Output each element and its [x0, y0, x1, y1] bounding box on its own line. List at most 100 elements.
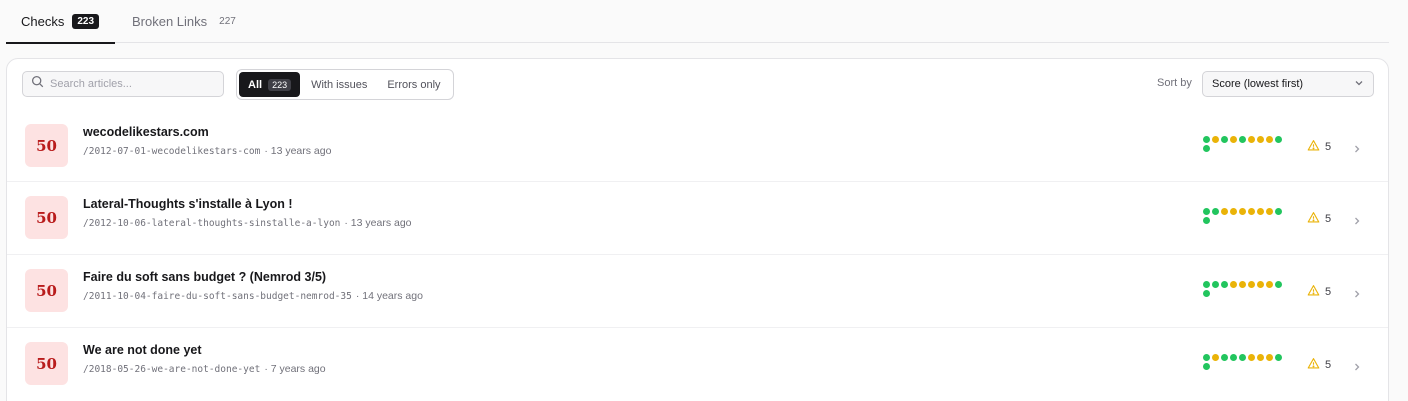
tab-broken-links-label: Broken Links	[132, 14, 208, 29]
article-age: · 7 years ago	[264, 363, 326, 375]
check-pass-dot	[1203, 354, 1210, 361]
article-title: Faire du soft sans budget ? (Nemrod 3/5)	[83, 270, 327, 284]
tab-checks-label: Checks	[21, 13, 65, 29]
toolbar: All 223 With issues Errors only Sort by …	[7, 59, 1388, 109]
article-meta: /2018-05-26-we-are-not-done-yet · 7 years…	[83, 363, 326, 375]
warning-count-value: 5	[1325, 141, 1332, 153]
check-warn-dot	[1212, 136, 1219, 143]
warning-count: 5	[1307, 357, 1331, 373]
warning-count-value: 5	[1325, 213, 1332, 225]
warning-count: 5	[1307, 284, 1331, 300]
article-meta: /2011-10-04-faire-du-soft-sans-budget-ne…	[83, 290, 423, 302]
score-badge: 50	[25, 196, 68, 239]
check-warn-dot	[1266, 136, 1273, 143]
check-pass-dot	[1203, 208, 1210, 215]
article-slug: /2011-10-04-faire-du-soft-sans-budget-ne…	[83, 291, 352, 302]
article-age: · 13 years ago	[344, 217, 412, 229]
filter-with-issues[interactable]: With issues	[302, 72, 376, 97]
article-slug: /2012-10-06-lateral-thoughts-sinstalle-a…	[83, 218, 341, 229]
check-pass-dot	[1212, 208, 1219, 215]
check-pass-dot	[1212, 281, 1219, 288]
warning-icon	[1307, 284, 1320, 300]
articles-panel: All 223 With issues Errors only Sort by …	[6, 58, 1389, 401]
warning-count-value: 5	[1325, 286, 1332, 298]
tab-checks[interactable]: Checks 223	[6, 0, 115, 44]
check-pass-dot	[1230, 354, 1237, 361]
tab-broken-links[interactable]: Broken Links 227	[132, 0, 236, 43]
check-status-dots	[1203, 281, 1287, 297]
check-status-dots	[1203, 354, 1287, 370]
check-pass-dot	[1275, 354, 1282, 361]
check-warn-dot	[1221, 208, 1228, 215]
check-pass-dot	[1221, 136, 1228, 143]
filter-errors-only-label: Errors only	[387, 78, 441, 91]
chevron-right-icon[interactable]	[1352, 213, 1362, 225]
warning-count-value: 5	[1325, 359, 1332, 371]
check-warn-dot	[1248, 354, 1255, 361]
check-warn-dot	[1248, 208, 1255, 215]
chevron-down-icon	[1354, 78, 1364, 91]
check-warn-dot	[1266, 208, 1273, 215]
check-pass-dot	[1203, 290, 1210, 297]
check-warn-dot	[1266, 281, 1273, 288]
check-warn-dot	[1239, 281, 1246, 288]
chevron-right-icon[interactable]	[1352, 359, 1362, 371]
check-pass-dot	[1203, 363, 1210, 370]
article-row[interactable]: 50 Faire du soft sans budget ? (Nemrod 3/…	[7, 254, 1388, 327]
tab-checks-count: 223	[72, 13, 100, 29]
search-box[interactable]	[22, 71, 224, 97]
filter-all-label: All	[248, 78, 263, 91]
check-pass-dot	[1203, 217, 1210, 224]
article-title: Lateral-Thoughts s'installe à Lyon !	[83, 197, 293, 211]
article-title: We are not done yet	[83, 343, 202, 357]
tab-broken-links-count: 227	[219, 16, 236, 27]
check-status-dots	[1203, 136, 1287, 152]
check-warn-dot	[1239, 208, 1246, 215]
check-warn-dot	[1230, 281, 1237, 288]
chevron-right-icon[interactable]	[1352, 286, 1362, 298]
article-slug: /2018-05-26-we-are-not-done-yet	[83, 364, 261, 375]
article-title: wecodelikestars.com	[83, 125, 209, 139]
article-slug: /2012-07-01-wecodelikestars-com	[83, 146, 261, 157]
check-warn-dot	[1248, 136, 1255, 143]
article-meta: /2012-10-06-lateral-thoughts-sinstalle-a…	[83, 217, 412, 229]
filter-errors-only[interactable]: Errors only	[378, 72, 449, 97]
sort-select[interactable]: Score (lowest first)	[1202, 71, 1374, 97]
search-input[interactable]	[50, 78, 220, 90]
check-pass-dot	[1275, 281, 1282, 288]
warning-count: 5	[1307, 211, 1331, 227]
warning-icon	[1307, 211, 1320, 227]
score-badge: 50	[25, 124, 68, 167]
check-pass-dot	[1203, 145, 1210, 152]
check-status-dots	[1203, 208, 1287, 224]
sort-label: Sort by	[1157, 77, 1192, 89]
check-warn-dot	[1257, 208, 1264, 215]
article-row[interactable]: 50 Lateral-Thoughts s'installe à Lyon ! /2…	[7, 181, 1388, 254]
filter-all[interactable]: All 223	[239, 72, 301, 97]
check-pass-dot	[1275, 136, 1282, 143]
check-pass-dot	[1275, 208, 1282, 215]
filter-group: All 223 With issues Errors only	[236, 69, 454, 100]
warning-count: 5	[1307, 139, 1331, 155]
check-warn-dot	[1257, 136, 1264, 143]
filter-with-issues-label: With issues	[311, 78, 368, 91]
check-warn-dot	[1257, 281, 1264, 288]
article-meta: /2012-07-01-wecodelikestars-com · 13 year…	[83, 145, 331, 157]
chevron-right-icon[interactable]	[1352, 141, 1362, 153]
check-warn-dot	[1230, 208, 1237, 215]
check-pass-dot	[1203, 281, 1210, 288]
warning-icon	[1307, 139, 1320, 155]
filter-all-count: 223	[268, 78, 292, 91]
check-pass-dot	[1221, 354, 1228, 361]
article-row[interactable]: 50 We are not done yet/2018-05-26-we-are-…	[7, 327, 1388, 400]
warning-icon	[1307, 357, 1320, 373]
check-pass-dot	[1239, 354, 1246, 361]
search-icon	[31, 75, 44, 93]
article-row[interactable]: 50 wecodelikestars.com/2012-07-01-wecodel…	[7, 109, 1388, 182]
check-warn-dot	[1266, 354, 1273, 361]
article-age: · 14 years ago	[355, 290, 423, 302]
article-age: · 13 years ago	[264, 145, 332, 157]
tab-bar: Checks 223 Broken Links 227	[6, 0, 1389, 44]
check-pass-dot	[1239, 136, 1246, 143]
score-badge: 50	[25, 342, 68, 385]
